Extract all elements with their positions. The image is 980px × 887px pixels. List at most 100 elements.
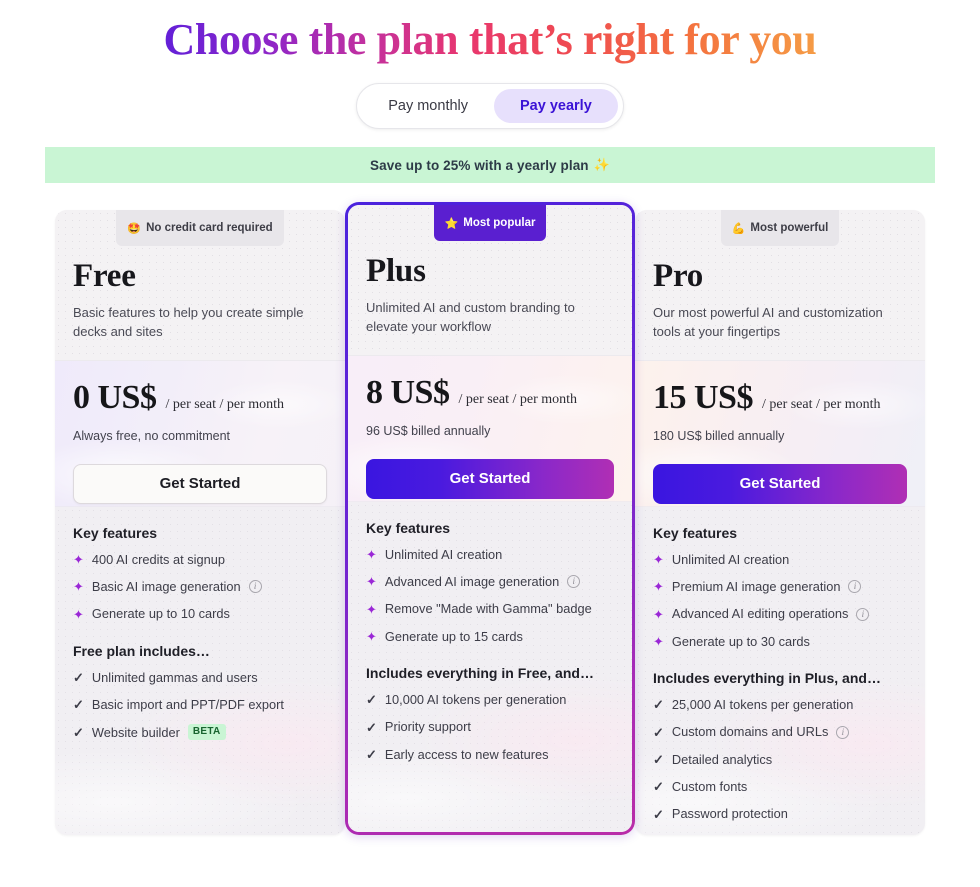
price-period: / per seat / per month [761, 396, 881, 412]
feature-label: Premium AI image generation [671, 579, 841, 595]
badge-row: 🤩 No credit card required [73, 210, 327, 246]
get-started-button-free[interactable]: Get Started [73, 463, 327, 504]
plan-price-section: 15 US$ / per seat / per month 180 US$ bill… [635, 360, 925, 507]
feature-label: Early access to new features [384, 746, 549, 762]
list-item: ✦ Advanced AI editing operations i [653, 606, 907, 621]
feature-label: Unlimited gammas and users [91, 669, 258, 685]
sparkle-icon: ✦ [366, 628, 377, 644]
badge-row: ⭐ Most popular [366, 205, 614, 241]
feature-label: Detailed analytics [671, 751, 773, 767]
pricing-page: Choose the plan that’s right for you Pay… [0, 0, 980, 887]
plan-features-section: Key features ✦ Unlimited AI creation ✦ Advan… [348, 501, 632, 832]
list-item: ✦ Generate up to 15 cards [366, 629, 614, 644]
list-item: ✦ 400 AI credits at signup [73, 552, 327, 567]
list-item: ✓ Early access to new features [366, 747, 614, 762]
feature-label: Advanced AI image generation [384, 574, 560, 590]
badge-emoji-icon: 🤩 [127, 222, 142, 235]
key-features-title: Key features [73, 524, 158, 541]
list-item: ✓ Detailed analytics [653, 752, 907, 767]
list-item: ✓ Basic import and PPT/PDF export [73, 697, 327, 712]
plan-description: Unlimited AI and custom branding to elev… [366, 300, 575, 334]
includes-list: ✓ Unlimited gammas and users ✓ Basic import… [73, 670, 327, 741]
price-amount: 8 US$ [366, 373, 450, 411]
plan-card-pro: 💪 Most powerful Pro Our most powerful AI an… [635, 210, 925, 835]
check-icon: ✓ [366, 746, 377, 762]
sparkle-icon: ✦ [653, 551, 664, 567]
key-features-list: ✦ Unlimited AI creation ✦ Advanced AI image… [366, 547, 614, 644]
toggle-pay-yearly[interactable]: Pay yearly [494, 89, 618, 123]
includes-title: Includes everything in Plus, and… [653, 670, 881, 687]
plan-features-section: Key features ✦ Unlimited AI creation ✦ Premi… [635, 506, 925, 835]
badge-row: 💪 Most powerful [653, 210, 907, 246]
feature-label: Priority support [384, 719, 471, 735]
page-header: Choose the plan that’s right for you [0, 0, 980, 65]
sparkle-icon: ✦ [366, 574, 377, 590]
feature-label: Unlimited AI creation [384, 546, 503, 562]
info-icon[interactable]: i [567, 575, 581, 589]
feature-label: 400 AI credits at signup [91, 551, 225, 567]
plan-price-section: 0 US$ / per seat / per month Always free, … [55, 360, 345, 507]
list-item: ✓ Custom domains and URLs i [653, 724, 907, 739]
sparkle-icon: ✦ [73, 606, 84, 622]
plan-header: ⭐ Most popular Plus Unlimited AI and custom… [348, 205, 632, 356]
plan-name: Free [73, 258, 136, 294]
key-features-list: ✦ Unlimited AI creation ✦ Premium AI image … [653, 552, 907, 649]
get-started-button-pro[interactable]: Get Started [653, 463, 907, 504]
feature-label: Generate up to 30 cards [671, 633, 810, 649]
info-icon[interactable]: i [848, 580, 862, 594]
sparkle-icon: ✦ [653, 633, 664, 649]
info-icon[interactable]: i [248, 580, 262, 594]
sparkle-icon: ✦ [73, 579, 84, 595]
feature-label: Website builder [91, 724, 180, 740]
sparkle-icon: ✦ [366, 601, 377, 617]
promo-banner-text: Save up to 25% with a yearly plan [370, 157, 589, 173]
plan-card-free: 🤩 No credit card required Free Basic featur… [55, 210, 345, 835]
check-icon: ✓ [73, 697, 84, 713]
includes-list: ✓ 10,000 AI tokens per generation ✓ Priorit… [366, 692, 614, 762]
feature-label: 10,000 AI tokens per generation [384, 692, 567, 708]
includes-list: ✓ 25,000 AI tokens per generation ✓ Custom … [653, 697, 907, 822]
promo-banner: Save up to 25% with a yearly plan ✨ [45, 147, 935, 183]
sparkles-emoji-icon: ✨ [593, 157, 610, 172]
toggle-pay-monthly[interactable]: Pay monthly [362, 89, 494, 123]
plan-header: 🤩 No credit card required Free Basic featur… [55, 210, 345, 361]
check-icon: ✓ [653, 779, 664, 795]
info-icon[interactable]: i [856, 607, 870, 621]
info-icon[interactable]: i [836, 725, 850, 739]
plan-badge: 🤩 No credit card required [116, 210, 284, 246]
list-item: ✦ Remove "Made with Gamma" badge [366, 601, 614, 616]
price-note: 180 US$ billed annually [653, 428, 785, 443]
list-item: ✦ Generate up to 10 cards [73, 606, 327, 621]
list-item: ✦ Unlimited AI creation [366, 547, 614, 562]
plan-name: Pro [653, 258, 704, 294]
sparkle-icon: ✦ [653, 579, 664, 595]
list-item: ✓ Custom fonts [653, 779, 907, 794]
key-features-list: ✦ 400 AI credits at signup ✦ Basic AI image… [73, 552, 327, 622]
plan-card-inner: ⭐ Most popular Plus Unlimited AI and custom… [348, 205, 632, 832]
plan-badge: ⭐ Most popular [433, 205, 547, 241]
badge-label: No credit card required [146, 222, 273, 234]
beta-badge: BETA [187, 724, 226, 741]
billing-toggle[interactable]: Pay monthly Pay yearly [356, 83, 624, 129]
check-icon: ✓ [73, 669, 84, 685]
sparkle-icon: ✦ [366, 546, 377, 562]
feature-label: Basic AI image generation [91, 579, 241, 595]
list-item: ✦ Basic AI image generation i [73, 579, 327, 594]
feature-label: Advanced AI editing operations [671, 606, 849, 622]
feature-label: Generate up to 15 cards [384, 628, 523, 644]
list-item: ✓ Priority support [366, 719, 614, 734]
plan-name: Plus [366, 253, 426, 289]
list-item: ✦ Premium AI image generation i [653, 579, 907, 594]
sparkle-icon: ✦ [73, 551, 84, 567]
feature-label: 25,000 AI tokens per generation [671, 697, 854, 713]
check-icon: ✓ [653, 751, 664, 767]
price-note: Always free, no commitment [73, 428, 230, 443]
plan-card-plus: ⭐ Most popular Plus Unlimited AI and custom… [345, 202, 635, 835]
list-item: ✦ Advanced AI image generation i [366, 574, 614, 589]
price-period: / per seat / per month [165, 396, 285, 412]
badge-emoji-icon: 💪 [731, 222, 746, 235]
check-icon: ✓ [653, 806, 664, 822]
check-icon: ✓ [73, 724, 84, 740]
get-started-button-plus[interactable]: Get Started [366, 458, 614, 499]
billing-toggle-row: Pay monthly Pay yearly [0, 83, 980, 129]
